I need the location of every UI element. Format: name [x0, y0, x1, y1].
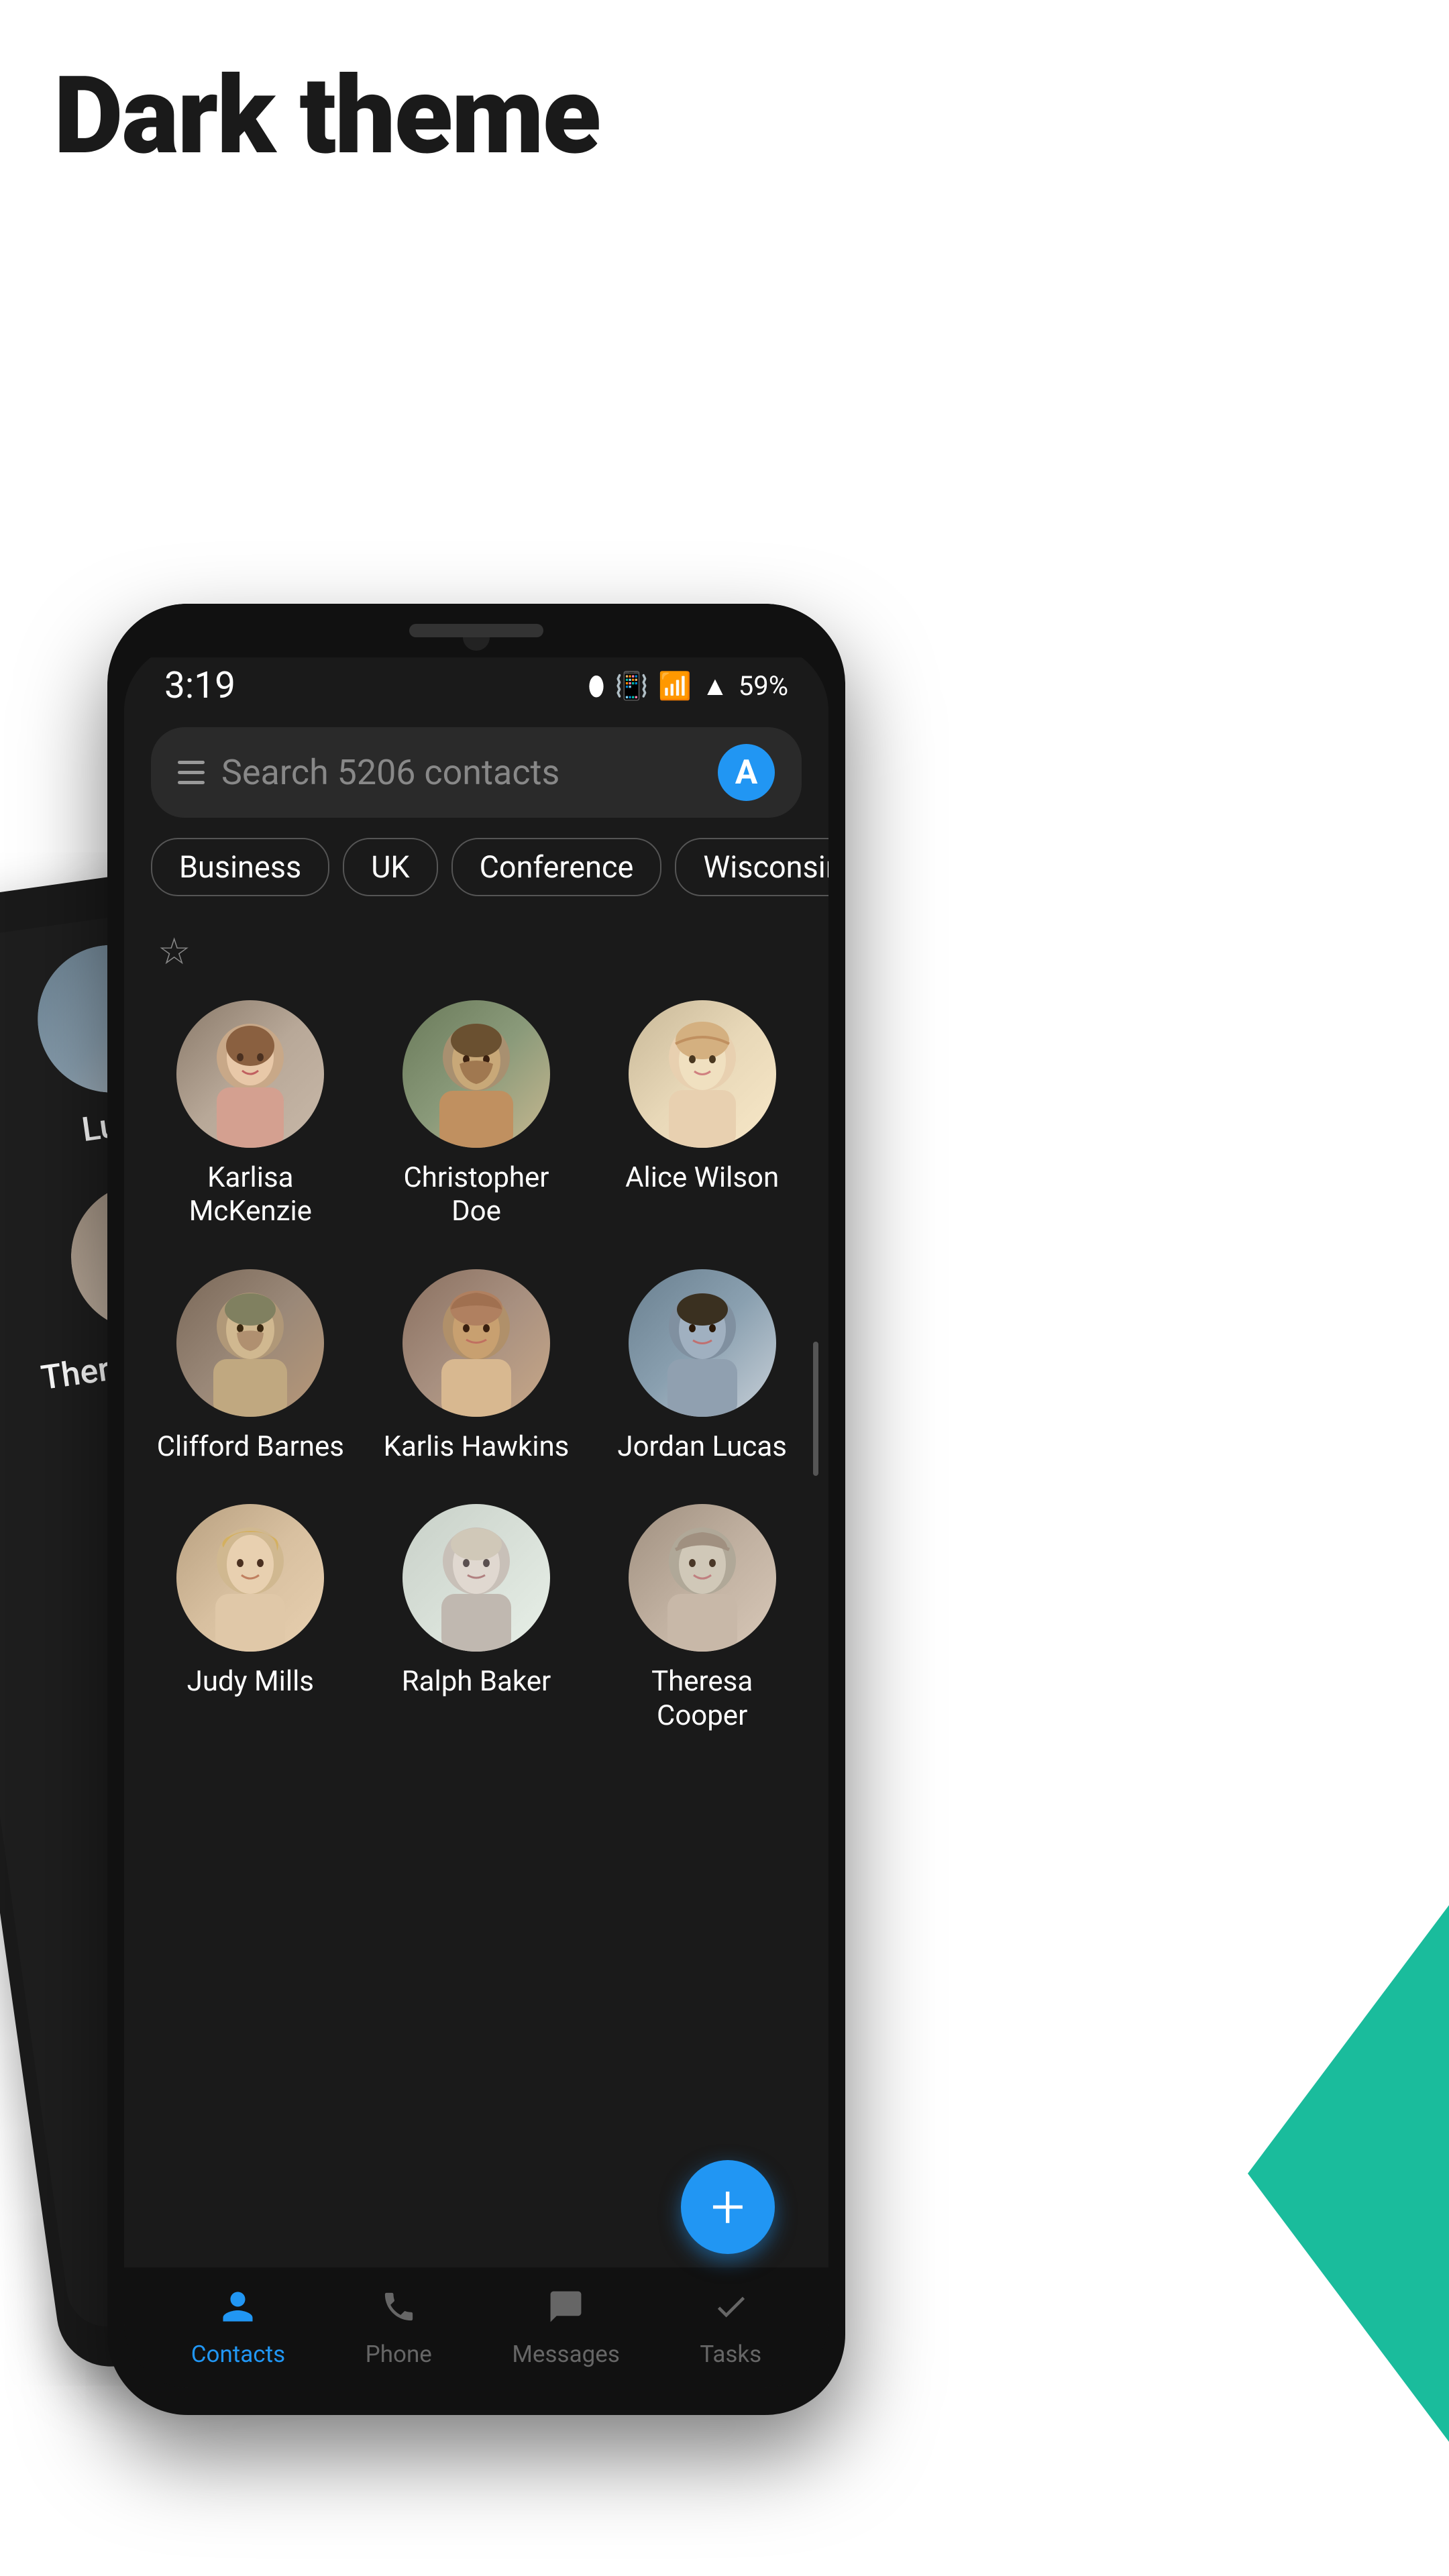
- search-input[interactable]: Search 5206 contacts: [221, 752, 701, 793]
- star-icon[interactable]: ☆: [158, 930, 191, 973]
- nav-item-contacts[interactable]: Contacts: [191, 2288, 285, 2368]
- contacts-header: ☆: [138, 923, 815, 987]
- contact-name-ralph: Ralph Baker: [402, 1665, 551, 1699]
- chip-business[interactable]: Business: [151, 838, 329, 896]
- contact-avatar-alice: [629, 1000, 776, 1148]
- contact-name-karlis: Karlis Hawkins: [384, 1430, 570, 1464]
- contact-card[interactable]: Ralph Baker: [370, 1491, 583, 1746]
- contact-card[interactable]: Theresa Cooper: [596, 1491, 808, 1746]
- contact-card[interactable]: Judy Mills: [144, 1491, 357, 1746]
- contact-card[interactable]: Karlisa McKenzie: [144, 987, 357, 1242]
- contacts-label: Contacts: [191, 2341, 285, 2368]
- fab-plus-icon: +: [711, 2177, 745, 2237]
- bottom-nav: Contacts Phone Messages: [124, 2267, 828, 2388]
- contact-card[interactable]: Jordan Lucas: [596, 1256, 808, 1477]
- contact-avatar-karlisa: [176, 1000, 324, 1148]
- contact-avatar-jordan: [629, 1269, 776, 1417]
- nav-item-phone[interactable]: Phone: [366, 2288, 432, 2368]
- scrollbar-hint: [813, 1342, 818, 1476]
- contact-card[interactable]: Christopher Doe: [370, 987, 583, 1242]
- nav-item-messages[interactable]: Messages: [512, 2288, 620, 2368]
- speaker: [409, 624, 543, 637]
- messages-label: Messages: [512, 2341, 620, 2368]
- notch-area: [107, 604, 845, 657]
- status-icons: ⬮ 📳 📶 ▲ 59%: [588, 670, 788, 702]
- vibrate-icon: 📳: [615, 670, 649, 702]
- chip-wisconsin[interactable]: Wisconsin: [675, 838, 828, 896]
- filter-chips: Business UK Conference Wisconsin: [124, 831, 828, 910]
- contact-name-christopher: Christopher Doe: [377, 1161, 576, 1229]
- contact-card[interactable]: Alice Wilson: [596, 987, 808, 1242]
- contact-name-theresa: Theresa Cooper: [602, 1665, 802, 1733]
- contact-name-judy: Judy Mills: [187, 1665, 314, 1699]
- user-avatar[interactable]: A: [718, 744, 775, 801]
- contact-name-karlisa: Karlisa McKenzie: [151, 1161, 350, 1229]
- contact-avatar-ralph: [402, 1504, 550, 1652]
- nav-item-tasks[interactable]: Tasks: [700, 2288, 761, 2368]
- contact-avatar-karlis: [402, 1269, 550, 1417]
- phone-icon: [380, 2288, 417, 2335]
- signal-icon: ▲: [702, 670, 729, 702]
- contact-avatar-clifford: [176, 1269, 324, 1417]
- contact-name-clifford: Clifford Barnes: [157, 1430, 344, 1464]
- page-title: Dark theme: [54, 54, 600, 179]
- chip-conference[interactable]: Conference: [451, 838, 662, 896]
- hamburger-icon[interactable]: [178, 761, 205, 784]
- phone-screen: 3:19 ⬮ 📳 📶 ▲ 59% Search 5206 contacts A …: [124, 644, 828, 2388]
- tasks-icon: [712, 2288, 749, 2335]
- teal-decoration: [1248, 1905, 1449, 2442]
- bluetooth-icon: ⬮: [588, 670, 604, 702]
- main-phone: 3:19 ⬮ 📳 📶 ▲ 59% Search 5206 contacts A …: [107, 604, 845, 2415]
- contact-card[interactable]: Clifford Barnes: [144, 1256, 357, 1477]
- contact-avatar-theresa: [629, 1504, 776, 1652]
- status-time: 3:19: [164, 664, 235, 707]
- contact-card[interactable]: Karlis Hawkins: [370, 1256, 583, 1477]
- messages-icon: [547, 2288, 584, 2335]
- contact-avatar-judy: [176, 1504, 324, 1652]
- contact-name-alice: Alice Wilson: [625, 1161, 779, 1195]
- contact-avatar-christopher: [402, 1000, 550, 1148]
- contacts-icon: [219, 2288, 256, 2335]
- phone-label: Phone: [366, 2341, 432, 2368]
- tasks-label: Tasks: [700, 2341, 761, 2368]
- fab-add-contact[interactable]: +: [681, 2160, 775, 2254]
- battery-indicator: 59%: [739, 670, 788, 702]
- chip-uk[interactable]: UK: [343, 838, 437, 896]
- contact-name-jordan: Jordan Lucas: [617, 1430, 787, 1464]
- contacts-grid: Karlisa McKenzie C: [138, 987, 815, 1746]
- wifi-icon: 📶: [658, 670, 692, 702]
- search-bar[interactable]: Search 5206 contacts A: [151, 727, 802, 818]
